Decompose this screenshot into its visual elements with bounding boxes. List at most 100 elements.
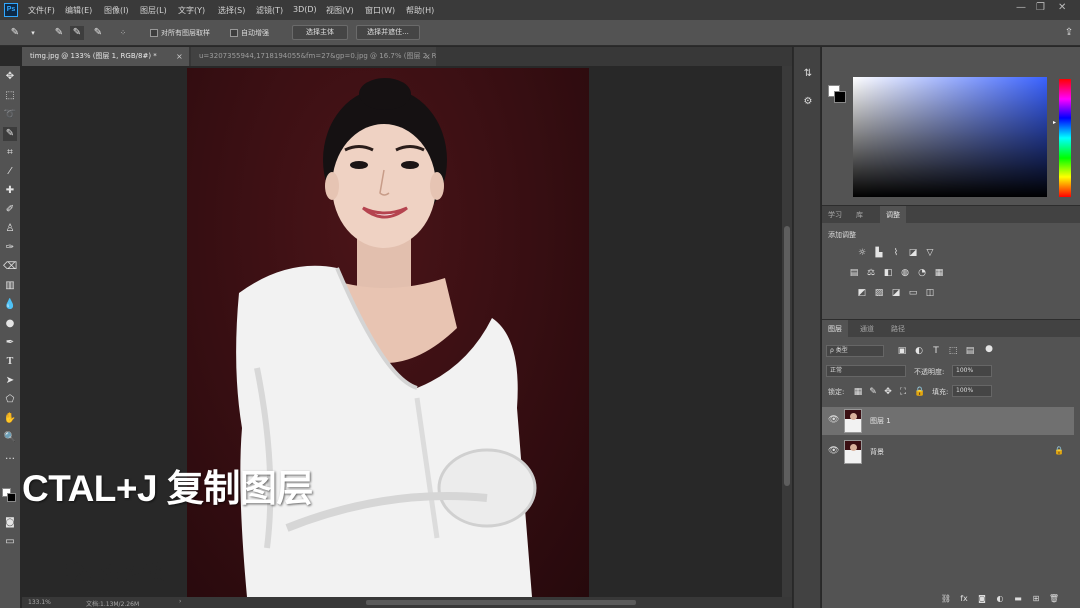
selective-color-icon[interactable]: ◫: [924, 287, 936, 299]
brush-tool-icon[interactable]: ✐: [3, 203, 17, 217]
vibrance-icon[interactable]: ▽: [924, 247, 936, 259]
new-adjustment-layer-icon[interactable]: ◐: [994, 593, 1006, 605]
panel-background-swatch[interactable]: [834, 91, 846, 103]
menu-edit[interactable]: 编辑(E): [65, 5, 92, 16]
invert-icon[interactable]: ◩: [856, 287, 868, 299]
eraser-tool-icon[interactable]: ⌫: [3, 260, 17, 274]
filter-smart-object-icon[interactable]: ▤: [964, 345, 976, 357]
select-and-mask-button[interactable]: 选择并遮住...: [356, 25, 420, 40]
menu-image[interactable]: 图像(I): [104, 5, 129, 16]
tab-paths[interactable]: 路径: [885, 320, 911, 338]
filter-toggle-icon[interactable]: ●: [983, 343, 995, 355]
dropdown-chevron-icon[interactable]: ▾: [26, 26, 40, 40]
tab-learn[interactable]: 学习: [822, 206, 848, 224]
fill-input[interactable]: 100%: [952, 385, 992, 397]
color-picker-field[interactable]: [853, 77, 1047, 197]
gradient-map-icon[interactable]: ▭: [907, 287, 919, 299]
new-group-icon[interactable]: ▬: [1012, 593, 1024, 605]
lock-position-icon[interactable]: ✥: [882, 386, 894, 398]
new-selection-icon[interactable]: ✎: [52, 26, 66, 40]
delete-layer-icon[interactable]: 🗑: [1048, 593, 1060, 605]
type-tool-icon[interactable]: T: [3, 355, 17, 369]
threshold-icon[interactable]: ◪: [890, 287, 902, 299]
crop-tool-icon[interactable]: ⌗: [3, 146, 17, 160]
layer-style-fx-icon[interactable]: fx: [958, 593, 970, 605]
shape-tool-icon[interactable]: ⬠: [3, 393, 17, 407]
menu-filter[interactable]: 滤镜(T): [256, 5, 283, 16]
menu-layer[interactable]: 图层(L): [140, 5, 167, 16]
menu-window[interactable]: 窗口(W): [365, 5, 395, 16]
posterize-icon[interactable]: ▨: [873, 287, 885, 299]
more-tools-icon[interactable]: …: [3, 450, 17, 464]
layer-row-background[interactable]: 👁 背景 🔒: [822, 438, 1074, 466]
hue-slider-marker-icon[interactable]: ▸: [1053, 119, 1056, 126]
black-white-icon[interactable]: ◧: [882, 267, 894, 279]
subtract-from-selection-icon[interactable]: ✎: [91, 26, 105, 40]
healing-brush-tool-icon[interactable]: ✚: [3, 184, 17, 198]
clone-stamp-tool-icon[interactable]: ♙: [3, 222, 17, 236]
tab-channels[interactable]: 通道: [854, 320, 880, 338]
scrollbar-thumb[interactable]: [784, 226, 790, 486]
document-image[interactable]: [187, 68, 589, 597]
opacity-input[interactable]: 100%: [952, 365, 992, 377]
layer-name[interactable]: 背景: [870, 447, 884, 457]
visibility-eye-icon[interactable]: 👁: [828, 415, 839, 425]
select-subject-button[interactable]: 选择主体: [292, 25, 348, 40]
hand-tool-icon[interactable]: ✋: [3, 412, 17, 426]
lock-image-icon[interactable]: ✎: [867, 386, 879, 398]
color-lookup-icon[interactable]: ▦: [933, 267, 945, 279]
menu-select[interactable]: 选择(S): [218, 5, 245, 16]
marquee-tool-icon[interactable]: ⬚: [3, 89, 17, 103]
properties-panel-icon[interactable]: ⚙: [801, 95, 815, 109]
tab-adjustments[interactable]: 调整: [880, 206, 906, 224]
tab-timg[interactable]: timg.jpg @ 133% (图层 1, RGB/8#) *: [22, 47, 189, 66]
filter-pixel-icon[interactable]: ▣: [896, 345, 908, 357]
quick-selection-tool-icon[interactable]: ✎: [3, 127, 17, 141]
zoom-level[interactable]: 133.1%: [28, 599, 51, 606]
minimize-button[interactable]: —: [1016, 2, 1026, 13]
screen-mode-icon[interactable]: ▭: [3, 535, 17, 549]
layer-filter-kind-dropdown[interactable]: ρ 类型: [826, 345, 884, 357]
sample-all-layers-checkbox[interactable]: [150, 29, 158, 37]
menu-file[interactable]: 文件(F): [28, 5, 55, 16]
link-layers-icon[interactable]: ⛓: [940, 593, 952, 605]
canvas-vertical-scrollbar[interactable]: [782, 66, 792, 597]
layer-row-layer1[interactable]: 👁 图层 1: [822, 407, 1074, 435]
photo-filter-icon[interactable]: ◍: [899, 267, 911, 279]
menu-3d[interactable]: 3D(D): [293, 5, 317, 14]
lock-all-icon[interactable]: 🔒: [914, 386, 926, 398]
horizontal-scrollbar[interactable]: [366, 600, 636, 605]
brightness-contrast-icon[interactable]: ☼: [856, 247, 868, 259]
lock-transparent-icon[interactable]: ▦: [852, 386, 864, 398]
tab-second-document[interactable]: u=3207355944,1718194055&fm=27&gp=0.jpg @…: [191, 47, 436, 66]
menu-view[interactable]: 视图(V): [326, 5, 354, 16]
add-to-selection-icon[interactable]: ✎: [70, 26, 84, 40]
blend-mode-dropdown[interactable]: 正常: [826, 365, 906, 377]
zoom-tool-icon[interactable]: 🔍: [3, 431, 17, 445]
levels-icon[interactable]: ▙: [873, 247, 885, 259]
gradient-tool-icon[interactable]: ▥: [3, 279, 17, 293]
dodge-tool-icon[interactable]: ●: [3, 317, 17, 331]
status-arrow-icon[interactable]: ›: [179, 598, 181, 605]
add-mask-icon[interactable]: ◙: [976, 593, 988, 605]
eyedropper-tool-icon[interactable]: ⁄: [3, 165, 17, 179]
close-window-button[interactable]: ✕: [1058, 2, 1066, 13]
tab-layers[interactable]: 图层: [822, 320, 848, 338]
filter-type-icon[interactable]: T: [930, 345, 942, 357]
curves-icon[interactable]: ⌇: [890, 247, 902, 259]
history-brush-tool-icon[interactable]: ✑: [3, 241, 17, 255]
background-color-swatch[interactable]: [7, 493, 16, 502]
brush-size-icon[interactable]: ⁘: [116, 26, 130, 40]
lasso-tool-icon[interactable]: ➰: [3, 108, 17, 122]
layer-name[interactable]: 图层 1: [870, 416, 891, 426]
filter-adjustment-icon[interactable]: ◐: [913, 345, 925, 357]
pen-tool-icon[interactable]: ✒: [3, 336, 17, 350]
menu-type[interactable]: 文字(Y): [178, 5, 205, 16]
new-layer-icon[interactable]: ⊞: [1030, 593, 1042, 605]
auto-enhance-checkbox[interactable]: [230, 29, 238, 37]
lock-artboard-icon[interactable]: ⛶: [897, 386, 909, 398]
filter-shape-icon[interactable]: ⬚: [947, 345, 959, 357]
hue-saturation-icon[interactable]: ▤: [848, 267, 860, 279]
maximize-button[interactable]: ❐: [1036, 2, 1045, 13]
move-tool-icon[interactable]: ✥: [3, 70, 17, 84]
